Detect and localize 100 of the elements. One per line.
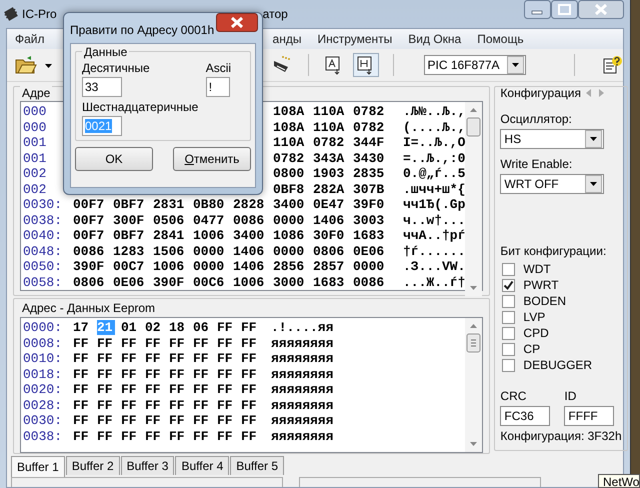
hex-byte[interactable]: FF [217, 398, 241, 413]
hex-byte[interactable]: FF [73, 398, 97, 413]
hex-byte[interactable]: FF [73, 336, 97, 351]
hex-byte[interactable]: FF [121, 351, 145, 366]
oscillator-dropdown[interactable]: HS [500, 129, 604, 149]
menu-item[interactable]: Помощь [469, 32, 532, 46]
hex-byte[interactable]: FF [169, 336, 193, 351]
hex-byte[interactable]: FF [97, 398, 121, 413]
write-enable-dropdown[interactable]: WRT OFF [500, 174, 604, 194]
decimal-field[interactable]: 33 [82, 77, 122, 97]
letter-h-document-icon[interactable] [352, 53, 379, 77]
hex-byte[interactable]: FF [121, 366, 145, 382]
hex-byte[interactable]: FF [73, 366, 97, 382]
hex-byte[interactable]: FF [145, 382, 169, 398]
hex-byte[interactable]: FF [241, 428, 265, 444]
hex-byte[interactable]: FF [193, 413, 217, 428]
hex-byte[interactable]: FF [241, 382, 265, 398]
hex-byte[interactable]: FF [241, 336, 265, 351]
hex-byte[interactable]: FF [73, 413, 97, 428]
hex-byte[interactable]: FF [121, 398, 145, 413]
ascii-field[interactable]: ! [206, 77, 230, 97]
hex-byte[interactable]: FF [145, 398, 169, 413]
device-dropdown[interactable]: PIC 16F877A [424, 55, 526, 75]
hex-byte[interactable]: FF [241, 366, 265, 382]
hex-byte[interactable]: FF [193, 398, 217, 413]
hex-byte[interactable]: FF [241, 351, 265, 366]
hex-byte[interactable]: 01 [121, 320, 145, 336]
hex-byte[interactable]: FF [193, 428, 217, 444]
hex-byte[interactable]: FF [73, 351, 97, 366]
hex-byte[interactable]: FF [193, 351, 217, 366]
menu-item[interactable]: Вид Окна [400, 32, 470, 46]
hex-byte[interactable]: FF [73, 428, 97, 444]
hex-byte[interactable]: FF [169, 366, 193, 382]
hex-word: 0506 [153, 212, 186, 228]
checkbox[interactable] [502, 326, 516, 340]
close-icon[interactable] [578, 0, 624, 19]
cancel-button[interactable]: Отменить [173, 147, 251, 171]
hex-byte[interactable]: 18 [169, 320, 193, 336]
hex-byte[interactable]: FF [217, 320, 241, 336]
hex-byte[interactable]: FF [169, 413, 193, 428]
hex-byte[interactable]: FF [241, 413, 265, 428]
checkbox[interactable] [502, 294, 516, 308]
id-field[interactable]: FFFF [564, 406, 614, 426]
hex-byte[interactable]: FF [217, 336, 241, 351]
hex-byte[interactable]: 17 [73, 320, 97, 336]
minimize-icon[interactable] [524, 0, 551, 19]
maximize-icon[interactable] [551, 0, 578, 19]
hex-byte[interactable]: FF [97, 428, 121, 444]
hex-byte[interactable]: 06 [193, 320, 217, 336]
buffer-tab[interactable]: Buffer 4 [175, 456, 230, 475]
buffer-tab[interactable]: Buffer 3 [120, 456, 174, 475]
hex-byte[interactable]: FF [217, 428, 241, 444]
hex-byte[interactable]: FF [193, 336, 217, 351]
hex-byte[interactable]: FF [145, 413, 169, 428]
hex-byte[interactable]: FF [217, 382, 241, 398]
ok-button[interactable]: OK [75, 147, 153, 171]
hex-byte[interactable]: FF [193, 382, 217, 398]
hex-byte[interactable]: FF [217, 413, 241, 428]
close-icon[interactable] [216, 13, 258, 32]
hex-byte[interactable]: FF [241, 320, 265, 336]
hex-byte[interactable]: FF [217, 366, 241, 382]
hex-byte[interactable]: FF [121, 382, 145, 398]
hex-byte[interactable]: FF [217, 351, 241, 366]
hex-byte[interactable]: FF [145, 428, 169, 444]
scrollbar[interactable] [465, 318, 482, 452]
hex-byte[interactable]: FF [193, 366, 217, 382]
buffer-tab[interactable]: Buffer 2 [66, 456, 120, 475]
menu-item[interactable]: Инструменты [309, 32, 400, 46]
hex-byte[interactable]: FF [169, 382, 193, 398]
buffer-tab[interactable]: Buffer 5 [230, 456, 284, 475]
hex-byte[interactable]: FF [121, 413, 145, 428]
buffer-tab[interactable]: Buffer 1 [11, 456, 65, 477]
hex-byte[interactable]: FF [145, 351, 169, 366]
hex-byte[interactable]: FF [121, 428, 145, 444]
checkbox[interactable] [502, 262, 516, 276]
hex-byte[interactable]: FF [169, 428, 193, 444]
hex-byte[interactable]: FF [169, 398, 193, 413]
hex-byte[interactable]: FF [97, 336, 121, 351]
hex-byte[interactable]: FF [97, 413, 121, 428]
hex-byte[interactable]: FF [97, 351, 121, 366]
hex-byte[interactable]: 02 [145, 320, 169, 336]
checkbox[interactable] [502, 358, 516, 372]
hex-byte[interactable]: FF [97, 382, 121, 398]
checkbox[interactable] [502, 342, 516, 356]
hex-byte[interactable]: FF [121, 336, 145, 351]
menu-item[interactable]: анды [272, 32, 310, 46]
scrollbar[interactable] [465, 102, 482, 296]
open-folder-icon[interactable] [15, 55, 37, 75]
hex-byte[interactable]: FF [145, 336, 169, 351]
hex-byte[interactable]: FF [73, 382, 97, 398]
checkbox[interactable] [502, 278, 516, 292]
checkbox[interactable] [502, 310, 516, 324]
crc-field[interactable]: FC36 [500, 406, 550, 426]
hex-byte[interactable]: FF [241, 398, 265, 413]
hex-byte[interactable]: FF [145, 366, 169, 382]
menu-item[interactable]: Файл [7, 32, 53, 46]
help-icon[interactable] [600, 55, 623, 75]
ascii-text: .З...VW. [403, 259, 466, 274]
hex-byte[interactable]: FF [97, 366, 121, 382]
hex-byte[interactable]: FF [169, 351, 193, 366]
